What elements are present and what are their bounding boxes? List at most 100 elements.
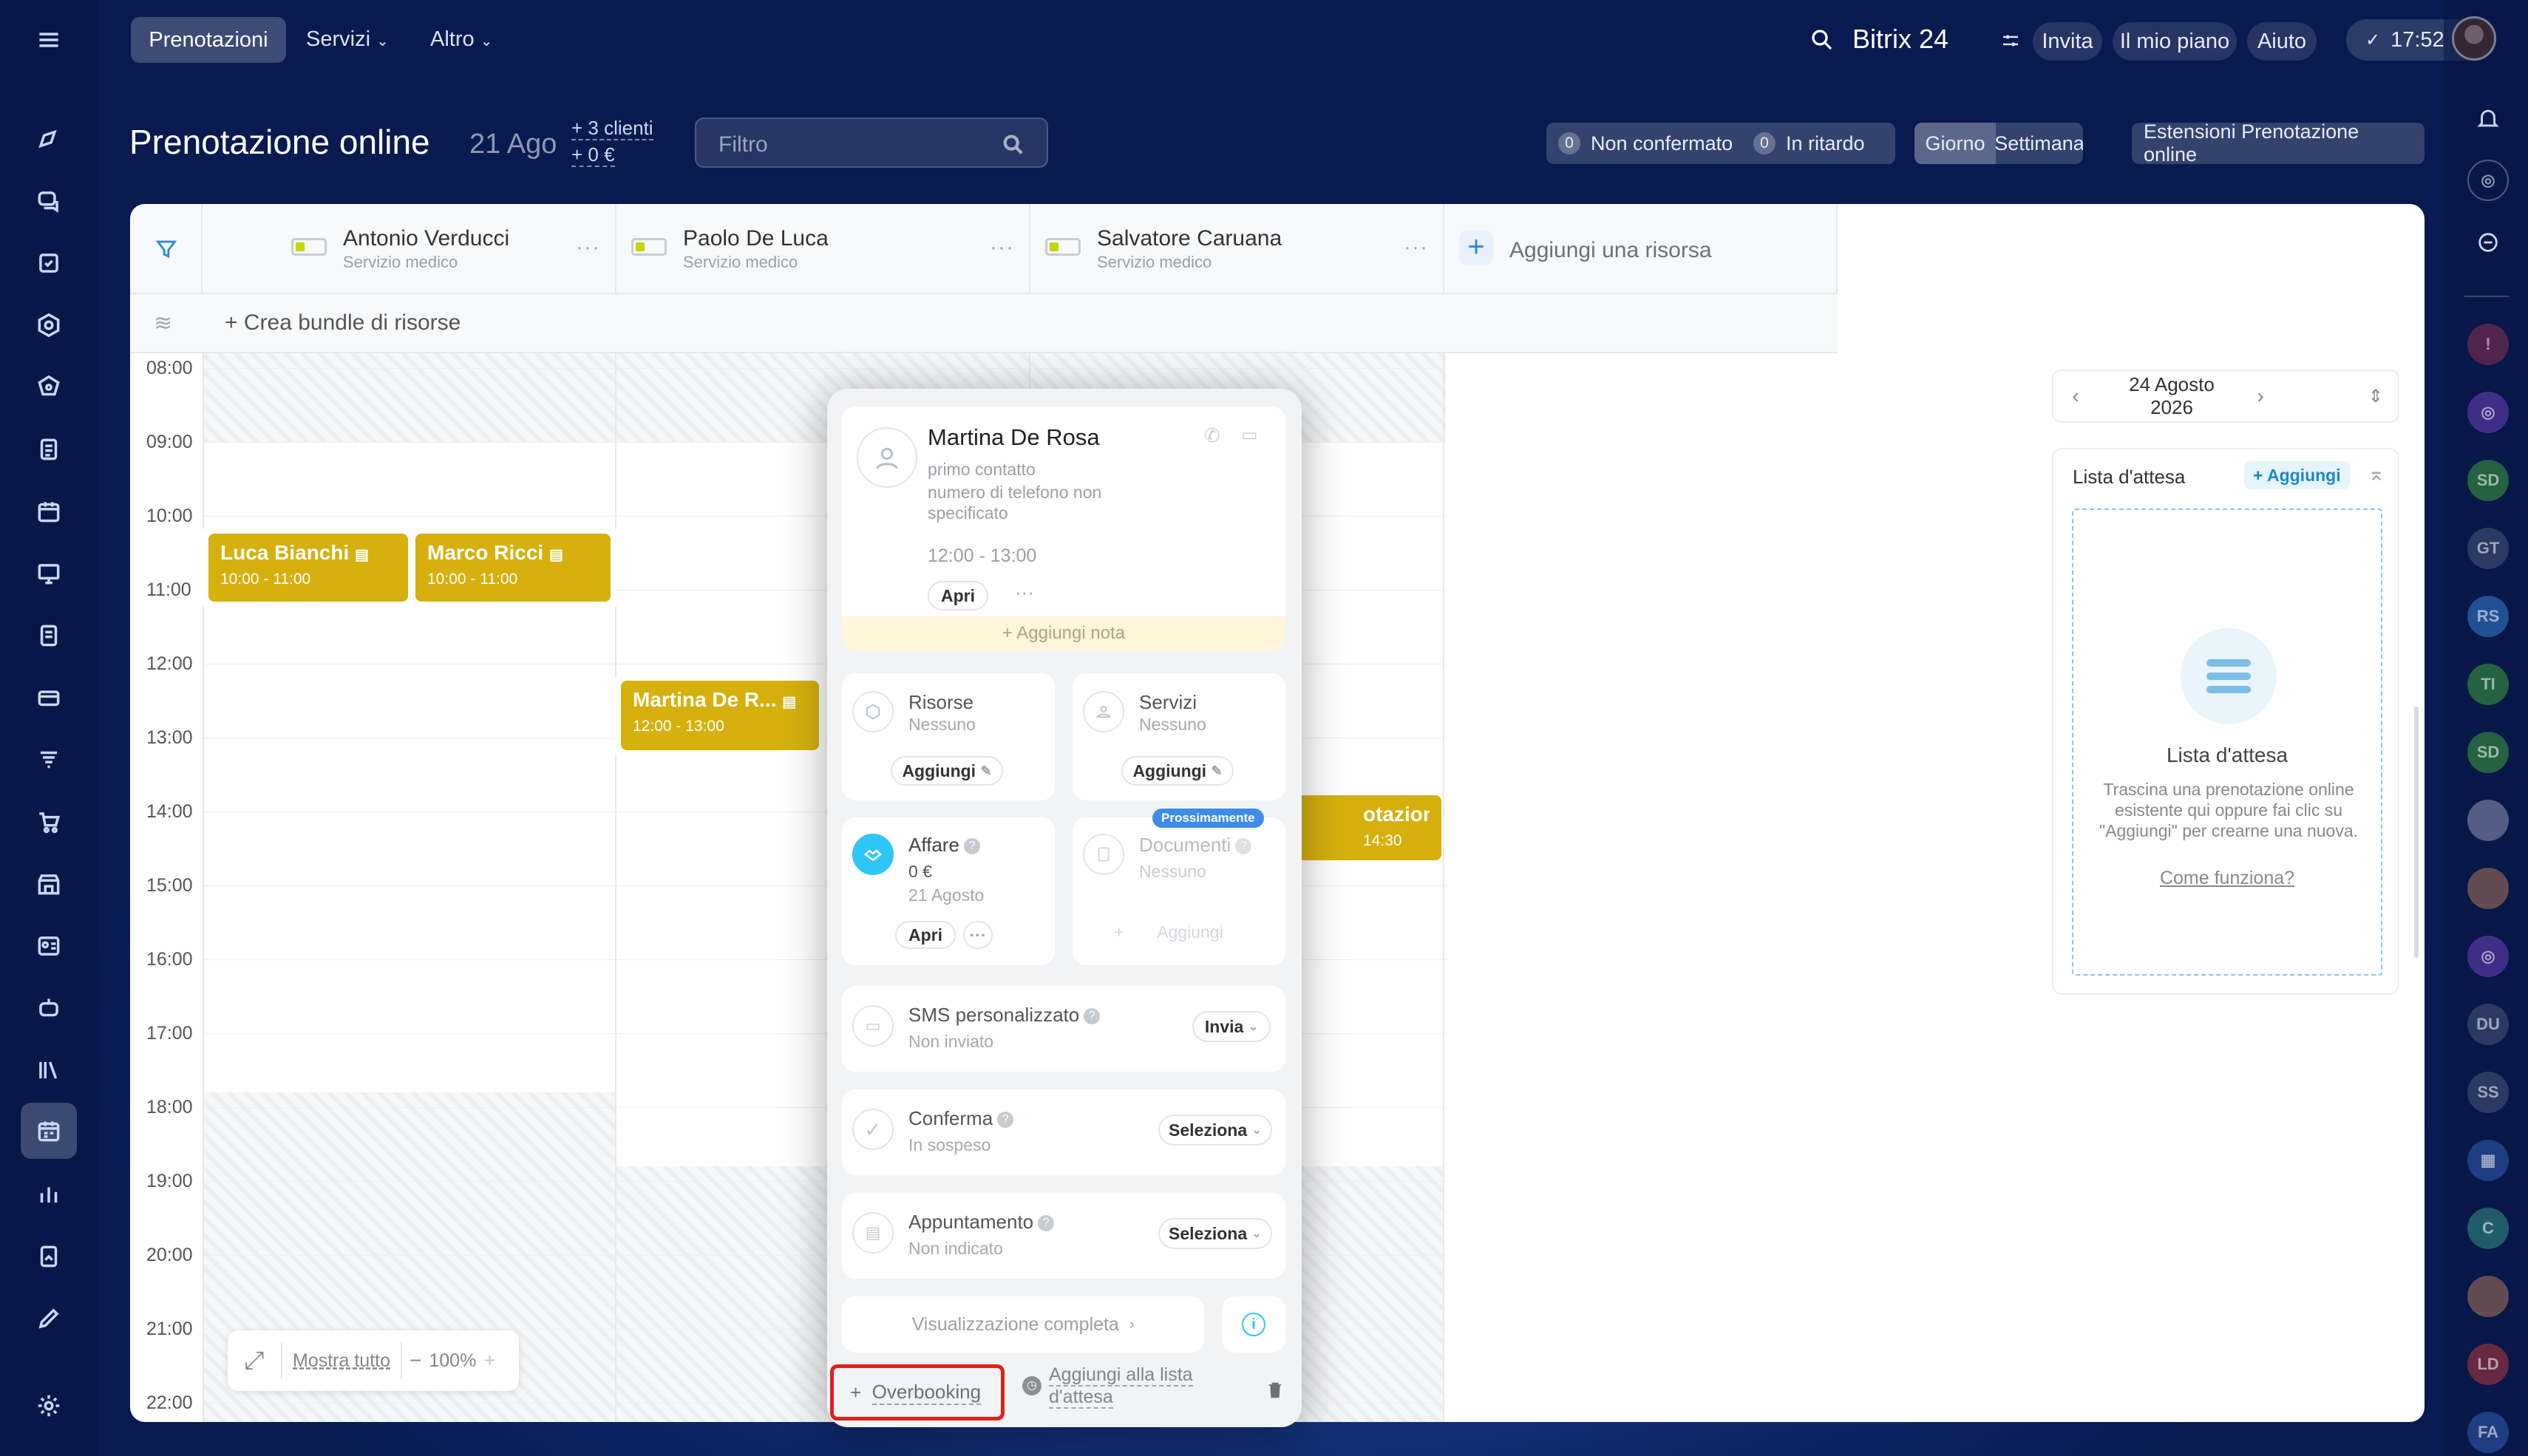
more-icon[interactable]: ···	[1404, 235, 1428, 260]
help-icon[interactable]: ?	[997, 1112, 1014, 1129]
tasks-icon[interactable]	[30, 244, 68, 282]
avatar[interactable]: C	[2467, 1208, 2509, 1249]
create-bundle-button[interactable]: + Crea bundle di risorse	[225, 310, 461, 336]
documents-icon[interactable]	[30, 430, 68, 469]
forms-icon[interactable]	[30, 616, 68, 655]
avatar[interactable]	[2467, 800, 2509, 841]
crm-icon[interactable]	[30, 306, 68, 344]
overbooking-button[interactable]: + Overbooking	[830, 1364, 1005, 1421]
zoom-out-button[interactable]: −	[402, 1349, 429, 1372]
sliders-icon[interactable]	[1999, 30, 2022, 52]
my-plan-button[interactable]: Il mio piano	[2113, 22, 2237, 61]
avatar[interactable]: RS	[2467, 596, 2509, 637]
full-view-button[interactable]: Visualizzazione completa ›	[842, 1296, 1204, 1353]
calendar-icon[interactable]: ▦	[2467, 1140, 2509, 1181]
avatar[interactable]: LD	[2467, 1344, 2509, 1385]
resource-column-header[interactable]: Antonio Verducci Servizio medico ···	[203, 204, 616, 294]
more-icon[interactable]: ···	[963, 921, 993, 949]
resource-column-header[interactable]: Salvatore Caruana Servizio medico ···	[1030, 204, 1444, 294]
store-icon[interactable]	[30, 865, 68, 903]
edit-icon[interactable]	[30, 1299, 68, 1338]
services-add-button[interactable]: Aggiungi ✎	[1121, 756, 1234, 786]
contacts-icon[interactable]	[30, 927, 68, 965]
chevron-right-icon[interactable]: ›	[2238, 384, 2283, 408]
waitlist-dropzone[interactable]: Lista d'attesa Trascina una prenotazione…	[2072, 508, 2382, 976]
funnel-icon[interactable]	[30, 741, 68, 779]
avatar[interactable]: SS	[2467, 1072, 2509, 1113]
funnel-icon[interactable]	[154, 237, 179, 262]
waitlist-add-button[interactable]: + Aggiungi	[2244, 461, 2350, 489]
menu-icon[interactable]	[30, 21, 68, 59]
zoom-in-button[interactable]: +	[476, 1349, 503, 1372]
sites-icon[interactable]	[30, 554, 68, 593]
add-note-button[interactable]: + Aggiungi nota	[842, 616, 1285, 650]
help-icon[interactable]: ?	[1084, 1008, 1101, 1025]
analytics-icon[interactable]	[30, 1175, 68, 1214]
open-deal-button[interactable]: Apri	[895, 921, 956, 949]
selected-date[interactable]: 24 Agosto 2026	[2105, 373, 2238, 419]
add-resource-cell[interactable]: + Aggiungi una risorsa	[1444, 204, 1838, 294]
chat-icon[interactable]	[30, 182, 68, 220]
resources-add-button[interactable]: Aggiungi ✎	[891, 756, 1003, 786]
more-icon[interactable]: ···	[576, 235, 600, 260]
collapse-icon[interactable]: ⌅	[2368, 461, 2385, 486]
payments-icon[interactable]	[30, 678, 68, 717]
extensions-button[interactable]: Estensioni Prenotazione online	[2132, 120, 2425, 166]
tab-altro[interactable]: Altro ⌄	[430, 27, 492, 52]
resource-column-header[interactable]: Paolo De Luca Servizio medico ···	[616, 204, 1030, 294]
expand-icon[interactable]: ⤢	[228, 1347, 281, 1375]
avatar[interactable]: FA	[2467, 1412, 2509, 1453]
avatar[interactable]: DU	[2467, 1004, 2509, 1045]
automation-icon[interactable]	[30, 368, 68, 406]
client-name[interactable]: Martina De Rosa	[928, 424, 1100, 451]
avatar[interactable]: SD	[2467, 732, 2509, 773]
notifications-icon[interactable]	[2467, 98, 2509, 139]
more-icon[interactable]: ···	[990, 235, 1014, 260]
page-date[interactable]: 21 Ago	[469, 129, 557, 160]
chevron-left-icon[interactable]: ‹	[2053, 384, 2098, 408]
more-icon[interactable]: ···	[1015, 581, 1034, 604]
booking-event-selected[interactable]: Martina De R... ▤ 12:00 - 13:00	[621, 681, 819, 750]
avatar[interactable]: GT	[2467, 528, 2509, 569]
expand-toggle-icon[interactable]: ⇕	[2368, 386, 2383, 407]
view-day-button[interactable]: Giorno	[1914, 123, 1996, 164]
chat-avatar-icon[interactable]: ◎	[2467, 392, 2509, 433]
copilot-icon[interactable]: ◎	[2467, 160, 2509, 201]
avatar[interactable]	[2467, 868, 2509, 909]
booking-event[interactable]: otazione ▤ 14:30	[1298, 795, 1441, 860]
tab-servizi[interactable]: Servizi ⌄	[306, 27, 389, 52]
info-button[interactable]: i	[1222, 1296, 1285, 1353]
unconfirmed-counter[interactable]: 0 Non confermato	[1546, 132, 1753, 155]
avatar[interactable]: ◎	[2467, 936, 2509, 977]
avatar[interactable]: TI	[2467, 664, 2509, 705]
booking-icon[interactable]	[21, 1103, 77, 1159]
settings-icon[interactable]	[30, 1387, 68, 1425]
filter-input[interactable]: Filtro	[695, 118, 1048, 168]
phone-icon[interactable]: ✆	[1204, 424, 1220, 447]
robot-icon[interactable]	[30, 989, 68, 1027]
tab-prenotazioni[interactable]: Prenotazioni	[131, 17, 286, 63]
help-button[interactable]: Aiuto	[2247, 22, 2317, 61]
booking-event[interactable]: Marco Ricci ▤ 10:00 - 11:00	[415, 534, 611, 602]
view-week-button[interactable]: Settimana	[1994, 132, 2083, 155]
sign-icon[interactable]	[30, 1237, 68, 1276]
help-icon[interactable]: ?	[1038, 1215, 1055, 1232]
confirm-select[interactable]: Seleziona ⌄	[1158, 1115, 1272, 1146]
messages-icon[interactable]	[2467, 222, 2509, 263]
calendar-icon[interactable]	[30, 492, 68, 531]
cart-icon[interactable]	[30, 803, 68, 841]
clients-summary[interactable]: + 3 clienti + 0 €	[571, 115, 653, 168]
sms-send-button[interactable]: Invia ⌄	[1192, 1011, 1271, 1042]
alert-icon[interactable]: !	[2467, 324, 2509, 365]
appointment-select[interactable]: Seleziona ⌄	[1158, 1218, 1272, 1249]
open-client-button[interactable]: Apri	[928, 581, 988, 610]
late-counter[interactable]: 0 In ritardo	[1753, 132, 1895, 155]
knowledge-icon[interactable]	[30, 1051, 68, 1089]
help-icon[interactable]: ?	[1235, 838, 1252, 855]
how-it-works-link[interactable]: Come funziona?	[2073, 868, 2381, 889]
feed-icon[interactable]	[30, 120, 68, 158]
chat-icon[interactable]: ▭	[1241, 424, 1258, 446]
booking-event[interactable]: Luca Bianchi ▤ 10:00 - 11:00	[208, 534, 408, 602]
help-icon[interactable]: ?	[963, 838, 980, 855]
scrollbar[interactable]	[2414, 707, 2419, 958]
